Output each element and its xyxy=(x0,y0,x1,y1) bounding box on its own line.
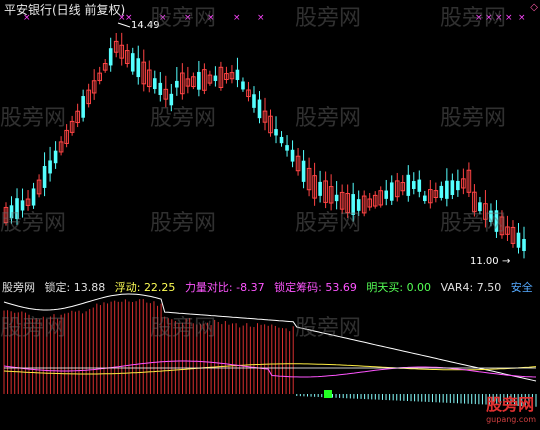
low-arrow-icon: → xyxy=(502,256,511,267)
watermark: 股旁网 xyxy=(150,6,217,31)
candle-body xyxy=(334,194,339,202)
candle-body xyxy=(213,75,218,81)
candle-body xyxy=(417,179,422,192)
candle-body xyxy=(318,181,322,196)
watermark: 股旁网 xyxy=(440,6,507,31)
watermark: 股旁网 xyxy=(440,211,507,236)
candle-body xyxy=(48,160,52,174)
signal-marker: × xyxy=(257,13,265,23)
watermark: 股旁网 xyxy=(0,316,67,341)
candle-body xyxy=(130,53,135,72)
watermark: 股旁网 xyxy=(0,211,67,236)
candle-body xyxy=(136,58,141,78)
candle-body xyxy=(81,96,85,118)
candle-body xyxy=(439,185,444,198)
low-price-label: 11.00 xyxy=(470,256,499,267)
candle-body xyxy=(516,232,521,248)
watermark: 股旁网 xyxy=(150,316,217,341)
indicator-power: 力量对比: -8.37 xyxy=(184,281,265,294)
watermark: 股旁网 xyxy=(150,211,217,236)
high-pointer xyxy=(117,22,131,28)
candle-body xyxy=(197,71,201,90)
candle-body xyxy=(274,129,278,136)
watermark: 股旁网 xyxy=(0,106,67,131)
candle-body xyxy=(42,166,47,188)
buy-signal-marker xyxy=(324,390,332,398)
candle-body xyxy=(411,181,416,189)
candle-body xyxy=(241,81,245,90)
indicator-safe: 安全 xyxy=(510,281,533,294)
candle-body xyxy=(423,195,427,202)
indicator-float: 浮动: 22.25 xyxy=(114,281,176,294)
watermark: 股旁网 xyxy=(295,316,362,341)
watermark: 股旁网 xyxy=(295,211,362,236)
indicator-buy-tomorrow: 明天买: 0.00 xyxy=(366,281,432,294)
watermark: 股旁网 xyxy=(295,6,362,31)
indicator-var4: VAR4: 7.50 xyxy=(440,281,502,294)
indicator-lock-chips: 锁定筹码: 53.69 xyxy=(274,281,357,294)
candle-body xyxy=(522,238,526,252)
indicator-chart[interactable] xyxy=(0,276,540,426)
candle-body xyxy=(279,136,284,144)
candle-body xyxy=(290,149,295,162)
corner-marker[interactable]: ◇ xyxy=(530,2,538,13)
signal-marker: × xyxy=(518,13,526,23)
candle-body xyxy=(384,190,389,199)
watermark: 股旁网 xyxy=(150,106,217,131)
signal-marker: × xyxy=(233,13,241,23)
indicator-panel[interactable] xyxy=(0,276,540,426)
candle-body xyxy=(175,80,179,88)
candle-body xyxy=(450,180,455,195)
candle-body xyxy=(108,48,113,66)
candle-body xyxy=(406,174,411,196)
watermark: 股旁网 xyxy=(295,106,362,131)
candle-body xyxy=(257,99,262,119)
indicator-name[interactable]: 股旁网 xyxy=(2,281,35,294)
indicator-legend: 股旁网 锁定: 13.88 浮动: 22.25 力量对比: -8.37 锁定筹码… xyxy=(2,279,539,295)
candle-body xyxy=(445,180,449,199)
candle-body xyxy=(252,94,256,108)
watermark: 股旁网 xyxy=(440,106,507,131)
candle-body xyxy=(301,160,306,182)
candle-body xyxy=(456,180,460,191)
signal-marker: × xyxy=(505,13,513,23)
site-logo: 股旁网 gupang.com xyxy=(486,395,536,424)
candle-body xyxy=(31,188,36,206)
candle-body xyxy=(389,182,394,201)
indicator-lock: 锁定: 13.88 xyxy=(44,281,106,294)
chart-title: 平安银行(日线 前复权) xyxy=(4,3,126,17)
candle-body xyxy=(285,145,289,151)
candle-body xyxy=(235,69,240,81)
candle-body xyxy=(53,150,58,164)
candle-body xyxy=(152,78,157,90)
candle-body xyxy=(158,82,163,95)
